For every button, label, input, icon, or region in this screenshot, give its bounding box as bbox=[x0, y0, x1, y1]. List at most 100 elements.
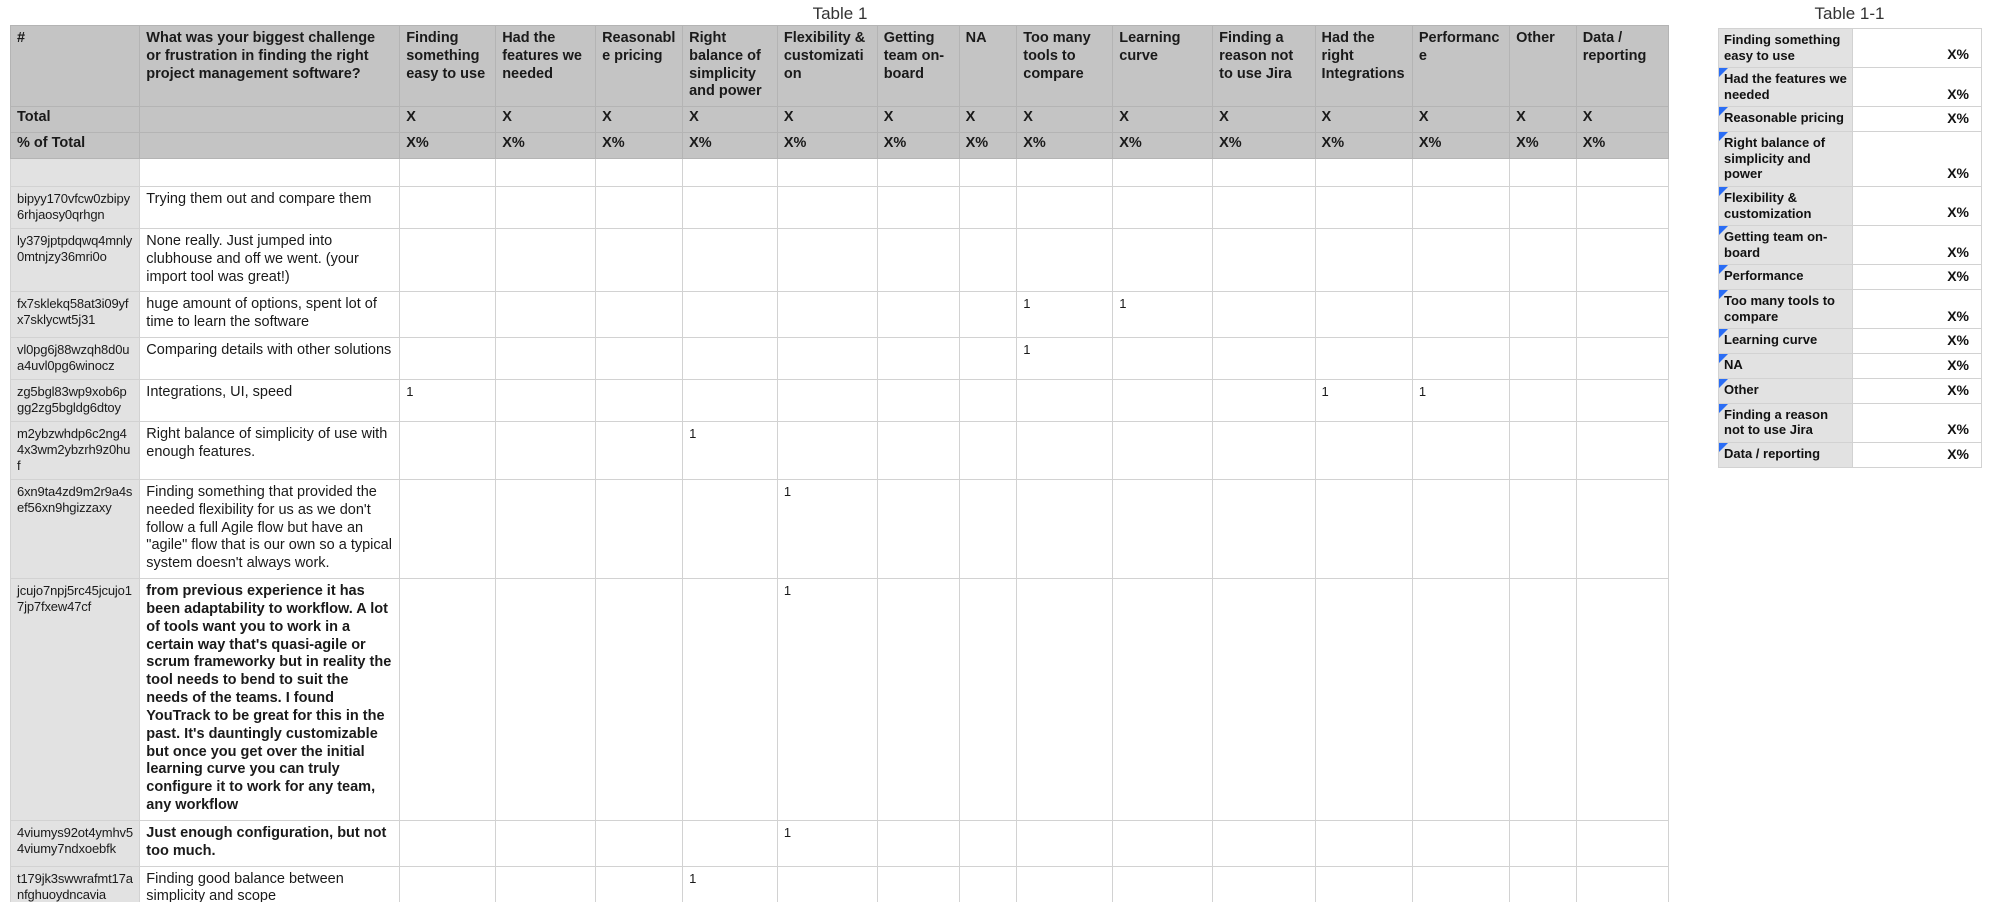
tally-cell-10[interactable] bbox=[1314, 819, 1413, 867]
category-label[interactable]: Performance bbox=[1718, 264, 1853, 291]
tally-cell-4[interactable]: 1 bbox=[776, 578, 878, 821]
tally-cell-10[interactable]: 1 bbox=[1314, 379, 1413, 423]
tally-cell-5[interactable] bbox=[876, 337, 960, 381]
tally-cell-1[interactable] bbox=[495, 227, 597, 293]
category-percent[interactable]: X% bbox=[1852, 27, 1982, 69]
response-text[interactable]: from previous experience it has been ada… bbox=[139, 578, 401, 821]
tally-cell-4[interactable] bbox=[776, 337, 878, 381]
response-text[interactable]: Trying them out and compare them bbox=[139, 185, 401, 229]
tally-cell-0[interactable] bbox=[399, 227, 497, 293]
category-label[interactable]: Flexibility & customization bbox=[1718, 185, 1853, 227]
tally-cell-8[interactable] bbox=[1112, 379, 1214, 423]
tally-cell-8[interactable] bbox=[1112, 185, 1214, 229]
tally-cell-7[interactable] bbox=[1016, 227, 1114, 293]
tally-cell-4[interactable] bbox=[776, 291, 878, 339]
tally-cell-2[interactable] bbox=[595, 578, 684, 821]
tally-cell-2[interactable] bbox=[595, 478, 684, 580]
response-id[interactable]: t179jk3swwrafmt17anfghuoydncavia bbox=[9, 865, 141, 902]
tally-cell-9[interactable] bbox=[1212, 478, 1316, 580]
tally-cell-4[interactable] bbox=[776, 379, 878, 423]
tally-cell-13[interactable] bbox=[1575, 421, 1670, 480]
tally-cell-2[interactable] bbox=[595, 227, 684, 293]
category-label[interactable]: Getting team on-board bbox=[1718, 225, 1853, 266]
response-id[interactable]: zg5bgl83wp9xob6pgg2zg5bgldg6dtoy bbox=[9, 379, 141, 423]
tally-cell-9[interactable] bbox=[1212, 337, 1316, 381]
response-text[interactable]: Right balance of simplicity of use with … bbox=[139, 421, 401, 480]
tally-cell-7[interactable] bbox=[1016, 865, 1114, 902]
tally-cell-12[interactable] bbox=[1509, 865, 1577, 902]
tally-cell-1[interactable] bbox=[495, 421, 597, 480]
response-id[interactable]: 6xn9ta4zd9m2r9a4sef56xn9hgizzaxy bbox=[9, 478, 141, 580]
tally-cell-7[interactable] bbox=[1016, 478, 1114, 580]
tally-cell-1[interactable] bbox=[495, 185, 597, 229]
tally-cell-4[interactable] bbox=[776, 865, 878, 902]
category-percent[interactable]: X% bbox=[1852, 264, 1982, 291]
tally-cell-12[interactable] bbox=[1509, 227, 1577, 293]
tally-cell-11[interactable] bbox=[1411, 337, 1511, 381]
tally-cell-12[interactable] bbox=[1509, 291, 1577, 339]
tally-cell-10[interactable] bbox=[1314, 865, 1413, 902]
tally-cell-5[interactable] bbox=[876, 291, 960, 339]
tally-cell-7[interactable] bbox=[1016, 578, 1114, 821]
tally-cell-6[interactable] bbox=[958, 185, 1018, 229]
category-percent[interactable]: X% bbox=[1852, 67, 1982, 108]
response-text[interactable]: huge amount of options, spent lot of tim… bbox=[139, 291, 401, 339]
tally-cell-13[interactable] bbox=[1575, 227, 1670, 293]
tally-cell-4[interactable] bbox=[776, 185, 878, 229]
column-header-9[interactable]: Too many tools to compare bbox=[1016, 24, 1114, 108]
tally-cell-3[interactable] bbox=[682, 291, 778, 339]
tally-cell-3[interactable] bbox=[682, 819, 778, 867]
tally-cell-9[interactable] bbox=[1212, 578, 1316, 821]
response-id[interactable]: fx7sklekq58at3i09yfx7sklycwt5j31 bbox=[9, 291, 141, 339]
tally-cell-8[interactable] bbox=[1112, 819, 1214, 867]
tally-cell-7[interactable] bbox=[1016, 819, 1114, 867]
tally-cell-9[interactable] bbox=[1212, 819, 1316, 867]
tally-cell-3[interactable] bbox=[682, 379, 778, 423]
tally-cell-3[interactable]: 1 bbox=[682, 421, 778, 480]
tally-cell-6[interactable] bbox=[958, 337, 1018, 381]
category-label[interactable]: Finding a reason not to use Jira bbox=[1718, 402, 1853, 443]
column-header-11[interactable]: Finding a reason not to use Jira bbox=[1212, 24, 1316, 108]
category-percent[interactable]: X% bbox=[1852, 328, 1982, 355]
tally-cell-8[interactable] bbox=[1112, 337, 1214, 381]
tally-cell-2[interactable] bbox=[595, 185, 684, 229]
category-label[interactable]: Data / reporting bbox=[1718, 441, 1853, 468]
tally-cell-10[interactable] bbox=[1314, 291, 1413, 339]
response-id[interactable]: bipyy170vfcw0zbipy6rhjaosy0qrhgn bbox=[9, 185, 141, 229]
tally-cell-5[interactable] bbox=[876, 478, 960, 580]
tally-cell-2[interactable] bbox=[595, 421, 684, 480]
tally-cell-13[interactable] bbox=[1575, 819, 1670, 867]
category-label[interactable]: NA bbox=[1718, 353, 1853, 379]
tally-cell-3[interactable] bbox=[682, 337, 778, 381]
tally-cell-12[interactable] bbox=[1509, 578, 1577, 821]
response-text[interactable]: Finding good balance between simplicity … bbox=[139, 865, 401, 902]
tally-cell-8[interactable] bbox=[1112, 478, 1214, 580]
tally-cell-7[interactable] bbox=[1016, 185, 1114, 229]
tally-cell-0[interactable] bbox=[399, 291, 497, 339]
column-header-0[interactable]: # bbox=[9, 24, 141, 108]
tally-cell-1[interactable] bbox=[495, 379, 597, 423]
tally-cell-1[interactable] bbox=[495, 819, 597, 867]
tally-cell-11[interactable] bbox=[1411, 185, 1511, 229]
tally-cell-9[interactable] bbox=[1212, 421, 1316, 480]
category-label[interactable]: Other bbox=[1718, 377, 1853, 404]
tally-cell-6[interactable] bbox=[958, 865, 1018, 902]
tally-cell-0[interactable] bbox=[399, 578, 497, 821]
tally-cell-6[interactable] bbox=[958, 291, 1018, 339]
response-id[interactable]: ly379jptpdqwq4mnly0mtnjzy36mri0o bbox=[9, 227, 141, 293]
tally-cell-2[interactable] bbox=[595, 819, 684, 867]
tally-cell-7[interactable] bbox=[1016, 379, 1114, 423]
tally-cell-9[interactable] bbox=[1212, 227, 1316, 293]
tally-cell-11[interactable] bbox=[1411, 421, 1511, 480]
tally-cell-13[interactable] bbox=[1575, 337, 1670, 381]
tally-cell-13[interactable] bbox=[1575, 291, 1670, 339]
tally-cell-12[interactable] bbox=[1509, 185, 1577, 229]
category-percent[interactable]: X% bbox=[1852, 441, 1982, 468]
tally-cell-13[interactable] bbox=[1575, 578, 1670, 821]
column-header-3[interactable]: Had the features we needed bbox=[495, 24, 597, 108]
tally-cell-8[interactable] bbox=[1112, 578, 1214, 821]
column-header-13[interactable]: Performance bbox=[1411, 24, 1511, 108]
tally-cell-1[interactable] bbox=[495, 291, 597, 339]
category-percent[interactable]: X% bbox=[1852, 225, 1982, 266]
tally-cell-7[interactable]: 1 bbox=[1016, 291, 1114, 339]
